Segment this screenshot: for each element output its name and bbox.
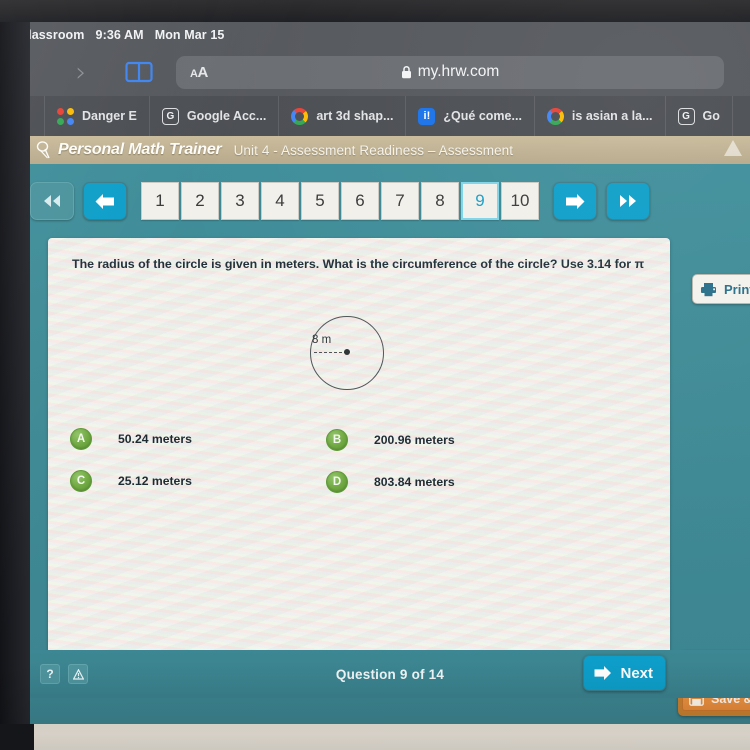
print-label: Print <box>724 281 750 297</box>
question-pager: 1 2 3 4 5 6 7 8 9 10 <box>30 174 750 228</box>
lock-icon <box>401 65 411 79</box>
double-left-arrow-icon <box>44 195 60 207</box>
browser-toolbar: ‹ › AA my.hrw.com <box>0 48 750 96</box>
circle-figure: 8 m <box>310 316 384 390</box>
bookmark-item[interactable]: is asian a la... <box>535 96 666 136</box>
double-right-arrow-icon <box>620 195 636 207</box>
choice-text-a: 50.24 meters <box>118 431 192 446</box>
choice-row: C 25.12 meters D 803.84 meters <box>58 468 658 493</box>
bookmark-label: Go <box>702 109 720 123</box>
google-boxed-icon: G <box>677 107 695 125</box>
app-subtitle: Unit 4 - Assessment Readiness – Assessme… <box>233 142 514 158</box>
bookmark-label: Danger E <box>82 109 137 123</box>
page-button-2[interactable]: 2 <box>181 182 219 220</box>
app-logo: Personal Math Trainer <box>36 140 222 160</box>
next-button[interactable]: Next <box>583 655 666 691</box>
radius-line <box>314 352 347 353</box>
bookmark-label: is asian a la... <box>571 109 653 123</box>
choice-bubble-d[interactable]: D <box>326 471 348 493</box>
question-card: The radius of the circle is given in met… <box>48 238 670 678</box>
bookmark-item[interactable]: Danger E <box>45 96 150 136</box>
web-page-viewport: Personal Math Trainer Unit 4 - Assessmen… <box>30 136 750 724</box>
page-button-3[interactable]: 3 <box>221 182 259 220</box>
url-text: my.hrw.com <box>417 63 500 80</box>
url-display: my.hrw.com <box>176 63 724 81</box>
bookmark-item[interactable]: G Go <box>666 96 733 136</box>
bookmarks-bar: Danger E G Google Acc... art 3d shap... … <box>0 96 750 136</box>
page-button-8[interactable]: 8 <box>421 182 459 220</box>
page-button-1[interactable]: 1 <box>141 182 179 220</box>
question-text: The radius of the circle is given in met… <box>72 257 645 271</box>
google-icon <box>546 107 564 125</box>
google-dots-icon <box>57 107 74 125</box>
bookmark-label: art 3d shap... <box>316 109 394 123</box>
radius-label: 8 m <box>312 334 332 346</box>
next-label: Next <box>620 664 653 682</box>
bookmarks-button[interactable] <box>108 60 170 84</box>
forward-button[interactable]: › <box>54 59 108 86</box>
page-button-5[interactable]: 5 <box>301 182 339 220</box>
status-time: 9:36 AM <box>95 28 144 42</box>
right-arrow-icon <box>594 666 612 680</box>
print-button[interactable]: Print <box>692 274 750 304</box>
printer-icon <box>701 282 716 296</box>
ios-status-bar: Classroom 9:36 AM Mon Mar 15 <box>0 22 750 48</box>
choice-text-d: 803.84 meters <box>374 475 455 489</box>
bookmark-label: ¿Qué come... <box>443 109 522 123</box>
answer-choices: A 50.24 meters B 200.96 meters C 25.12 m… <box>58 426 658 493</box>
device-bezel-corner <box>0 724 34 750</box>
app-header: Personal Math Trainer Unit 4 - Assessmen… <box>30 136 750 164</box>
bookmark-item[interactable]: G Google Acc... <box>150 96 280 136</box>
address-bar[interactable]: AA my.hrw.com <box>176 55 724 89</box>
first-question-button[interactable] <box>30 182 74 220</box>
pmt-logo-icon <box>36 140 50 158</box>
page-button-9[interactable]: 9 <box>461 182 499 220</box>
assessment-footer: ? Question 9 of 14 Next <box>30 650 750 698</box>
choice-bubble-c[interactable]: C <box>70 469 92 492</box>
device-bezel-top <box>0 0 750 22</box>
bookmark-item[interactable]: i! ¿Qué come... <box>406 96 535 136</box>
choice-text-b: 200.96 meters <box>374 433 455 447</box>
blue-app-icon: i! <box>418 107 436 125</box>
google-boxed-icon: G <box>161 107 179 125</box>
choice-option-c[interactable]: C 25.12 meters <box>58 468 324 493</box>
triangle-warning-icon[interactable] <box>724 140 742 156</box>
choice-text-c: 25.12 meters <box>118 473 192 488</box>
device-bezel-bottom <box>0 724 750 750</box>
choice-option-b[interactable]: B 200.96 meters <box>324 426 604 451</box>
choice-option-a[interactable]: A 50.24 meters <box>58 426 324 451</box>
bookmark-label: Google Acc... <box>186 109 267 123</box>
last-question-button[interactable] <box>606 182 650 220</box>
previous-question-button[interactable] <box>83 182 127 220</box>
prev-arrow-icon <box>95 193 114 209</box>
app-title: Personal Math Trainer <box>58 141 222 158</box>
assessment-body: 1 2 3 4 5 6 7 8 9 10 The radius of the c… <box>30 164 750 724</box>
next-arrow-icon <box>566 193 585 209</box>
choice-row: A 50.24 meters B 200.96 meters <box>58 426 658 451</box>
circle-center-dot <box>344 349 350 355</box>
choice-option-d[interactable]: D 803.84 meters <box>324 468 604 493</box>
page-button-6[interactable]: 6 <box>341 182 379 220</box>
page-button-10[interactable]: 10 <box>501 182 539 220</box>
bookmark-item[interactable]: art 3d shap... <box>279 96 407 136</box>
page-button-7[interactable]: 7 <box>381 182 419 220</box>
status-date: Mon Mar 15 <box>154 28 225 42</box>
choice-bubble-b[interactable]: B <box>326 429 348 451</box>
page-number-list: 1 2 3 4 5 6 7 8 9 10 <box>141 182 539 220</box>
book-icon <box>125 61 153 83</box>
google-icon <box>291 107 309 125</box>
next-question-button[interactable] <box>553 182 597 220</box>
screenshot-root: Classroom 9:36 AM Mon Mar 15 ‹ › AA my.h… <box>0 0 750 750</box>
device-bezel-left <box>0 22 30 727</box>
choice-bubble-a[interactable]: A <box>70 427 92 450</box>
page-button-4[interactable]: 4 <box>261 182 299 220</box>
